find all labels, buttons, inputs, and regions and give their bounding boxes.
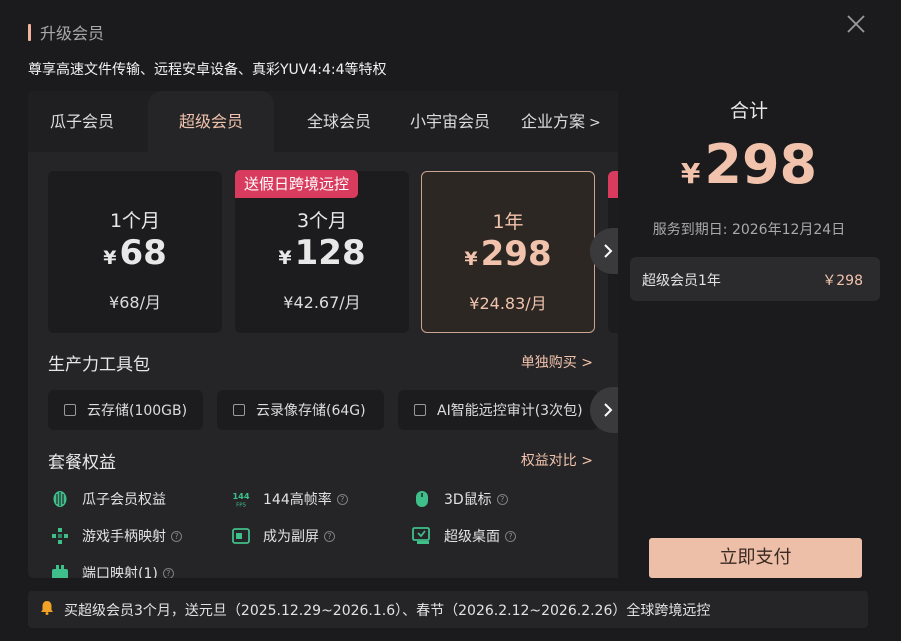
plan-duration: 3个月	[296, 210, 348, 232]
dialog-title-text: 升级会员	[40, 24, 105, 43]
benefit-label: 成为副屏	[263, 529, 319, 545]
addon-label: 云录像存储(64G)	[256, 403, 366, 419]
chevron-right-icon	[604, 403, 613, 417]
plan-price-value: 298	[480, 234, 552, 274]
total-currency: ¥	[680, 157, 701, 190]
membership-tabs: 瓜子会员 超级会员 全球会员 小宇宙会员 企业方案 >	[28, 91, 618, 152]
benefit-gamepad: 游戏手柄映射?	[50, 526, 182, 546]
line-item-amount: ￥298	[822, 273, 863, 289]
plan-card-1-month[interactable]: 1个月 ¥68 ¥68/月	[48, 171, 222, 333]
benefit-port-mapping: 端口映射(1)?	[50, 563, 174, 578]
bell-icon	[40, 600, 54, 619]
benefit-label: 瓜子会员权益	[82, 492, 166, 508]
tab-enterprise-label: 企业方案	[521, 112, 586, 131]
plan-duration: 1个月	[109, 210, 161, 232]
total-price: ¥298	[618, 133, 880, 196]
expiry-date: 服务到期日: 2026年12月24日	[652, 222, 846, 238]
tab-guazi-member[interactable]: 瓜子会员	[50, 91, 114, 152]
plan-monthly-price: ¥24.83/月	[469, 294, 547, 313]
order-line-item: 超级会员1年 ￥298	[630, 257, 880, 301]
plan-panel: 瓜子会员 超级会员 全球会员 小宇宙会员 企业方案 > 1个月 ¥68 ¥68/月…	[28, 91, 618, 578]
pay-now-button[interactable]: 立即支付	[649, 538, 862, 578]
help-icon[interactable]: ?	[324, 530, 335, 542]
addon-cloud-storage[interactable]: 云存储(100GB)	[48, 390, 203, 430]
benefit-label: 端口映射(1)	[82, 566, 158, 578]
port-mapping-icon	[50, 563, 70, 578]
promo-badge-partial	[608, 171, 618, 198]
help-icon[interactable]: ?	[496, 493, 508, 505]
benefit-label: 游戏手柄映射	[82, 529, 166, 545]
compare-benefits-link[interactable]: 权益对比 >	[521, 450, 593, 470]
checkbox[interactable]	[233, 404, 245, 416]
tab-global-member[interactable]: 全球会员	[307, 91, 371, 152]
plan-price-value: 68	[119, 233, 167, 273]
addon-cloud-recording[interactable]: 云录像存储(64G)	[217, 390, 384, 430]
super-desktop-icon	[412, 526, 432, 546]
benefit-second-screen: 成为副屏?	[231, 526, 335, 546]
close-icon[interactable]	[845, 13, 867, 35]
plan-monthly-price: ¥68/月	[109, 293, 161, 312]
plan-card-3-months[interactable]: 送假日跨境远控 3个月 ¥128 ¥42.67/月	[235, 170, 409, 333]
plan-price: ¥68	[48, 233, 222, 273]
mouse-icon	[412, 489, 432, 509]
dialog-subtitle: 尊享高速文件传输、远程安卓设备、真彩YUV4:4:4等特权	[28, 62, 387, 78]
svg-text:FPS: FPS	[236, 502, 246, 508]
plan-price: ¥128	[235, 233, 409, 273]
svg-text:144: 144	[232, 491, 249, 501]
help-icon[interactable]: ?	[505, 530, 516, 542]
dialog-title: 升级会员	[28, 21, 104, 43]
tab-super-member[interactable]: 超级会员	[148, 91, 274, 152]
plan-monthly-price: ¥42.67/月	[283, 293, 361, 312]
plan-duration: 1年	[492, 211, 524, 233]
tab-cosmos-member[interactable]: 小宇宙会员	[410, 91, 490, 152]
benefit-3d-mouse: 3D鼠标?	[412, 489, 508, 509]
addon-ai-audit[interactable]: AI智能远控审计(3次包)	[398, 390, 598, 430]
benefit-144fps: 144 FPS 144高帧率?	[231, 489, 348, 509]
title-accent-bar	[28, 23, 31, 41]
benefit-label: 超级桌面	[444, 529, 500, 545]
toolkit-title: 生产力工具包	[48, 355, 150, 375]
plan-currency: ¥	[278, 247, 292, 269]
total-price-value: 298	[704, 133, 818, 196]
help-icon[interactable]: ?	[336, 493, 348, 505]
promo-badge: 送假日跨境远控	[235, 170, 359, 198]
benefit-super-desktop: 超级桌面?	[412, 526, 516, 546]
benefit-label: 3D鼠标	[444, 492, 492, 508]
benefit-label: 144高帧率	[263, 492, 332, 508]
plan-currency: ¥	[464, 248, 478, 270]
chevron-right-icon	[604, 244, 613, 258]
144fps-icon: 144 FPS	[231, 489, 251, 509]
plan-card-1-year[interactable]: 1年 ¥298 ¥24.83/月	[421, 171, 595, 333]
tab-enterprise-arrow: >	[589, 115, 601, 131]
benefits-title: 套餐权益	[48, 453, 116, 473]
notice-text: 买超级会员3个月，送元旦（2025.12.29~2026.1.6）、春节（202…	[64, 602, 711, 619]
line-item-name: 超级会员1年	[642, 273, 721, 289]
promo-notice: 买超级会员3个月，送元旦（2025.12.29~2026.1.6）、春节（202…	[28, 591, 868, 628]
second-screen-icon	[231, 526, 251, 546]
help-icon[interactable]: ?	[171, 530, 182, 542]
plan-currency: ¥	[103, 247, 117, 269]
gamepad-icon	[50, 526, 70, 546]
checkbox[interactable]	[414, 404, 426, 416]
checkbox[interactable]	[64, 404, 76, 416]
tab-enterprise[interactable]: 企业方案 >	[521, 91, 601, 152]
addon-label: AI智能远控审计(3次包)	[437, 403, 583, 419]
order-summary-panel: 合计 ¥298 服务到期日: 2026年12月24日 超级会员1年 ￥298 立…	[618, 91, 880, 578]
plan-price: ¥298	[422, 234, 594, 274]
buy-separately-link[interactable]: 单独购买 >	[521, 352, 593, 372]
help-icon[interactable]: ?	[162, 567, 174, 578]
addon-label: 云存储(100GB)	[87, 403, 188, 419]
melon-seed-icon	[50, 489, 70, 509]
plan-price-value: 128	[294, 233, 366, 273]
total-label: 合计	[729, 100, 768, 122]
benefit-guazi: 瓜子会员权益	[50, 489, 166, 509]
